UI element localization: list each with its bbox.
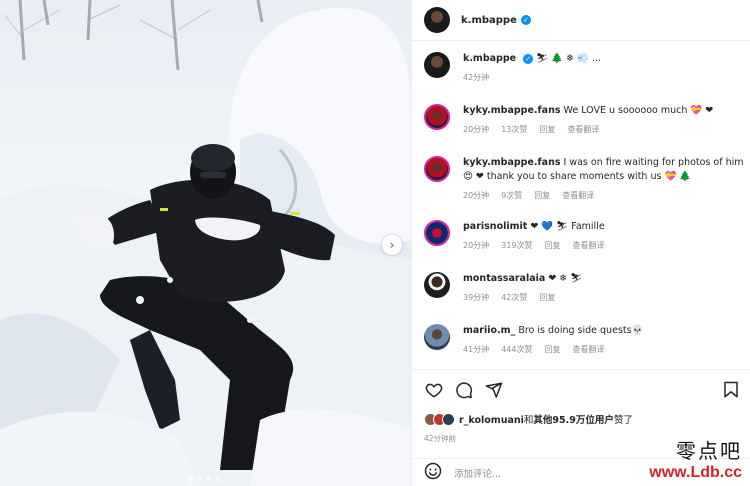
- comment-text: We LOVE u soooooo much 💝 ❤: [563, 105, 714, 116]
- comment-input[interactable]: 添加评论...: [454, 466, 501, 480]
- translate-button[interactable]: 查看翻译: [572, 343, 604, 357]
- carousel-dot: [215, 476, 220, 481]
- comment-likes[interactable]: 444次赞: [501, 343, 532, 357]
- carousel-dot: [197, 476, 202, 481]
- watermark-url: www.Ldb.cc: [649, 464, 742, 481]
- watermark-cn: 零点吧: [676, 439, 742, 463]
- comment-item: kyky.mbappe.fans I was on fire waiting f…: [424, 156, 744, 203]
- comment-item: kyky.mbappe.fans We LOVE u soooooo much …: [424, 104, 744, 137]
- comment-text: Bro is doing side quests💀: [518, 325, 644, 336]
- author-username[interactable]: k.mbappe: [461, 15, 517, 26]
- translate-button[interactable]: 查看翻译: [567, 123, 599, 137]
- post-timestamp: 42分钟前: [424, 434, 457, 443]
- comment-text: ❤ ❄ ⛷: [548, 273, 583, 284]
- liker-username[interactable]: r_kolomuani: [459, 415, 524, 426]
- post-side-panel: k.mbappe ✓ k.mbappe ✓ ⛷ 🌲 ❄ 💨 ... 42分钟 k…: [411, 0, 750, 486]
- comment-time: 20分钟: [463, 125, 490, 134]
- likes-summary[interactable]: r_kolomuani和其他95.9万位用户赞了: [424, 412, 633, 426]
- comment-time: 20分钟: [463, 191, 490, 200]
- commenter-avatar[interactable]: [424, 156, 450, 182]
- post-photo[interactable]: ›: [0, 0, 411, 486]
- verified-icon: ✓: [523, 53, 534, 64]
- comments-list[interactable]: k.mbappe ✓ ⛷ 🌲 ❄ 💨 ... 42分钟 kyky.mbappe.…: [412, 42, 750, 368]
- comment-username[interactable]: montassaralaia: [463, 273, 545, 284]
- carousel-dots: [188, 476, 220, 481]
- post-header: k.mbappe ✓: [412, 0, 750, 41]
- translate-button[interactable]: 查看翻译: [562, 189, 594, 203]
- comment-icon[interactable]: [454, 380, 474, 400]
- commenter-avatar[interactable]: [424, 272, 450, 298]
- heart-icon[interactable]: [424, 380, 444, 400]
- comment-username[interactable]: kyky.mbappe.fans: [463, 157, 560, 168]
- comment-time: 39分钟: [463, 293, 490, 302]
- caption-time: 42分钟: [463, 73, 490, 82]
- comment-likes[interactable]: 9次赞: [501, 189, 522, 203]
- comment-time: 41分钟: [463, 345, 490, 354]
- caption: k.mbappe ✓ ⛷ 🌲 ❄ 💨 ... 42分钟: [424, 52, 744, 85]
- reply-button[interactable]: 回复: [539, 291, 555, 305]
- bookmark-icon[interactable]: [721, 380, 741, 400]
- snow-scene-illustration: [0, 0, 411, 486]
- comment-likes[interactable]: 319次赞: [501, 239, 532, 253]
- carousel-dot: [188, 476, 193, 481]
- liker-avatar: [442, 412, 455, 426]
- share-icon[interactable]: [484, 380, 504, 400]
- reply-button[interactable]: 回复: [534, 189, 550, 203]
- author-avatar[interactable]: [424, 52, 450, 78]
- chevron-right-icon: ›: [389, 238, 395, 252]
- likes-others[interactable]: 其他95.9万位用户: [533, 415, 613, 426]
- watermark: 零点吧 www.Ldb.cc: [649, 435, 742, 482]
- reply-button[interactable]: 回复: [544, 239, 560, 253]
- comment-username[interactable]: parisnolimit: [463, 221, 527, 232]
- comment-item: parisnolimit ❤ 💙 ⛷ Famille 20分钟 319次赞 回复…: [424, 220, 744, 253]
- comment-username[interactable]: mariio.m_: [463, 325, 515, 336]
- reply-button[interactable]: 回复: [544, 343, 560, 357]
- likes-suffix: 赞了: [613, 415, 633, 426]
- reply-button[interactable]: 回复: [539, 123, 555, 137]
- comment-item: montassaralaia ❤ ❄ ⛷ 39分钟 42次赞 回复: [424, 272, 744, 305]
- comment-username[interactable]: kyky.mbappe.fans: [463, 105, 560, 116]
- carousel-dot: [206, 476, 211, 481]
- commenter-avatar[interactable]: [424, 220, 450, 246]
- caption-text: ⛷ 🌲 ❄ 💨 ...: [536, 53, 601, 64]
- comment-likes[interactable]: 13次赞: [501, 123, 527, 137]
- commenter-avatar[interactable]: [424, 104, 450, 130]
- verified-icon: ✓: [520, 15, 531, 25]
- likes-connector: 和: [523, 415, 534, 426]
- comment-time: 20分钟: [463, 241, 490, 250]
- translate-button[interactable]: 查看翻译: [572, 239, 604, 253]
- emoji-icon[interactable]: [424, 462, 442, 484]
- caption-username[interactable]: k.mbappe: [463, 53, 516, 64]
- comment-text: ❤ 💙 ⛷ Famille: [530, 221, 605, 232]
- comment-likes[interactable]: 42次赞: [501, 291, 527, 305]
- comment-item: mariio.m_ Bro is doing side quests💀 41分钟…: [424, 324, 744, 357]
- author-avatar[interactable]: [424, 7, 450, 33]
- commenter-avatar[interactable]: [424, 324, 450, 350]
- carousel-next-button[interactable]: ›: [382, 235, 402, 255]
